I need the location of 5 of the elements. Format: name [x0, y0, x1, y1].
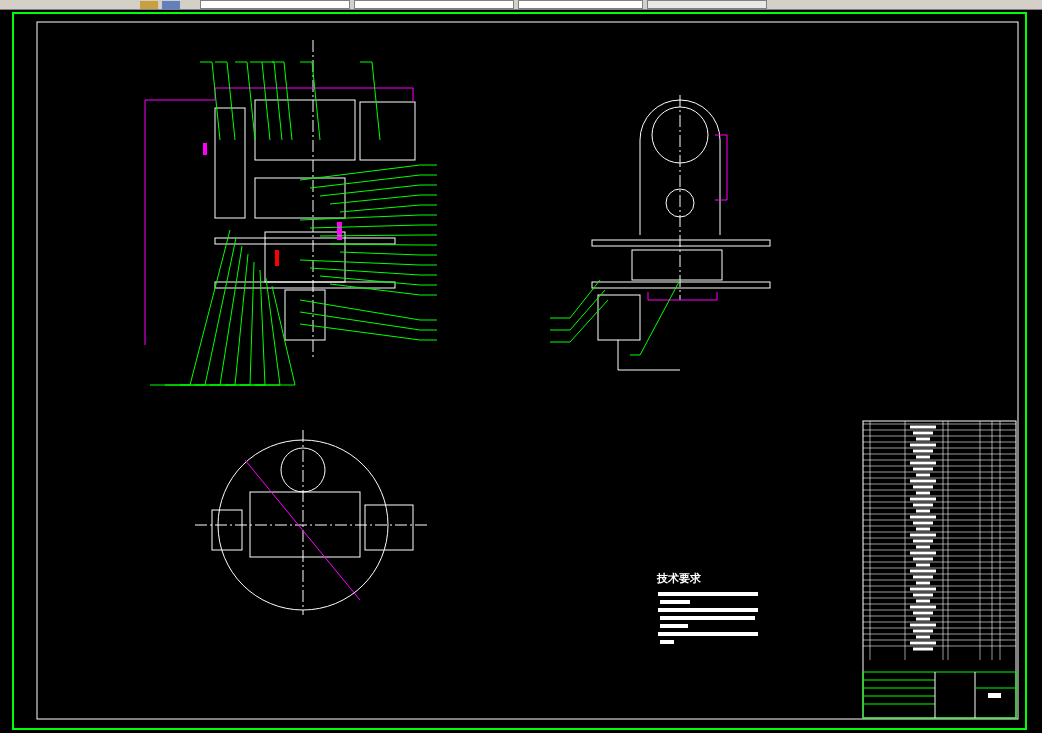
dropdown-field[interactable] [200, 0, 350, 9]
dropdown-field[interactable] [354, 0, 514, 9]
dropdown-field[interactable] [518, 0, 643, 9]
dropdown-field[interactable] [647, 0, 767, 9]
notes-title: 技术要求 [657, 572, 701, 584]
